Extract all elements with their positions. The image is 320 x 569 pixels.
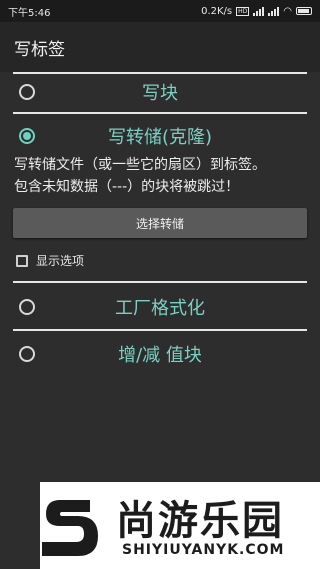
watermark-brand: 尚游乐园 (116, 498, 284, 544)
option-factory-format[interactable]: 工厂格式化 (0, 285, 320, 329)
description-line: 包含未知数据（---）的块将被跳过！ (14, 179, 240, 195)
description-line: 写转储文件（或一些它的扇区）到标签。 (14, 157, 266, 173)
radio-factory-format[interactable] (19, 299, 35, 315)
radio-write-dump[interactable] (19, 128, 35, 144)
brand-logo-icon (42, 500, 98, 556)
signal-icon (253, 6, 265, 16)
radio-value-block[interactable] (19, 346, 35, 362)
option-label: 工厂格式化 (115, 298, 205, 319)
show-options-label: 显示选项 (36, 254, 85, 268)
option-label: 增/减 值块 (118, 345, 202, 366)
option-write-block[interactable]: 写块 (0, 74, 320, 110)
net-speed: 0.2K/s (201, 5, 233, 17)
option-label: 写转储(克隆) (107, 127, 213, 148)
battery-icon (296, 7, 312, 15)
select-dump-button[interactable]: 选择转储 (13, 208, 307, 238)
signal-icon-2 (268, 6, 280, 16)
show-options-toggle[interactable]: 显示选项 (16, 252, 320, 269)
status-bar: 下午5:46 0.2K/s HD ◠ (0, 0, 320, 22)
radio-write-block[interactable] (19, 84, 35, 100)
option-write-dump[interactable]: 写转储(克隆) (0, 116, 320, 156)
divider (13, 281, 307, 283)
option-label: 写块 (142, 83, 178, 104)
watermark-url: SHIYIUYANYK.COM (122, 542, 285, 558)
dump-description: 写转储文件（或一些它的扇区）到标签。 包含未知数据（---）的块将被跳过！ (0, 154, 320, 198)
show-options-checkbox[interactable] (16, 254, 28, 267)
app-bar: 写标签 (0, 22, 320, 72)
hd-icon: HD (236, 6, 250, 16)
site-watermark: 尚游乐园 SHIYIUYANYK.COM (40, 482, 320, 569)
divider (13, 112, 307, 114)
status-icons: 0.2K/s HD ◠ (201, 6, 312, 17)
wifi-icon: ◠ (283, 5, 292, 17)
page-title: 写标签 (14, 39, 65, 60)
status-time: 下午5:46 (8, 7, 51, 19)
option-value-block[interactable]: 增/减 值块 (0, 333, 320, 375)
divider (13, 329, 307, 331)
